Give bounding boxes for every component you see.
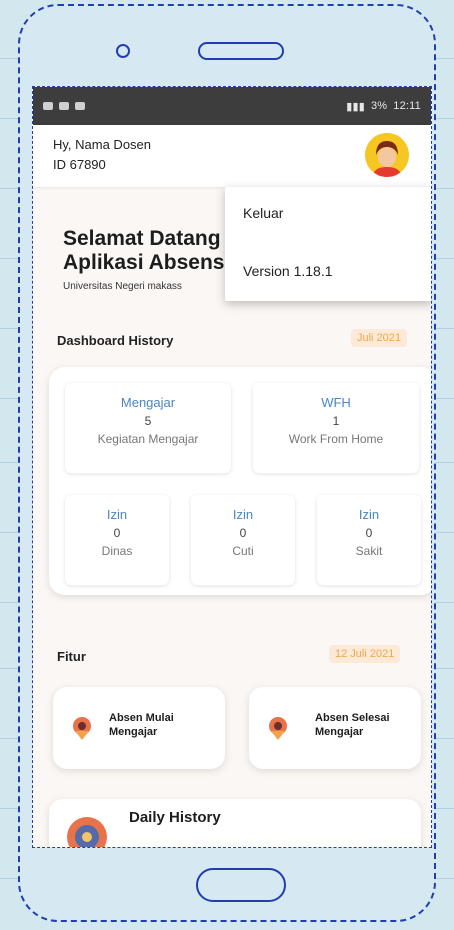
notification-icons [43,102,85,110]
welcome-title-line2: Aplikasi Absens [63,251,225,274]
home-button[interactable] [196,868,286,902]
app-header: Hy, Nama Dosen ID 67890 [33,125,431,187]
app-screen: ▮▮▮ 3% 12:11 Hy, Nama Dosen ID 67890 Sel… [32,86,432,848]
dashboard-date: Juli 2021 [351,329,408,347]
speaker-icon [198,42,284,60]
feature-label-line1: Absen Selesai [315,712,390,724]
location-pin-icon [73,717,91,740]
feature-label-line2: Mengajar [315,726,364,738]
stat-title: WFH [321,395,351,410]
status-bar: ▮▮▮ 3% 12:11 [33,87,431,125]
absen-selesai-button[interactable]: Absen Selesai Mengajar [249,687,421,769]
stat-title: Mengajar [120,395,176,410]
stat-desc: Dinas [101,544,133,558]
stat-value: 0 [239,526,247,540]
avatar[interactable] [365,133,409,177]
stat-value: 0 [113,526,121,540]
welcome-title-line1: Selamat Datang [63,227,221,250]
history-card: Mengajar 5 Kegiatan Mengajar WFH 1 Work … [49,367,431,595]
daily-history-label: Daily History [129,809,221,826]
features-title: Fitur [57,649,86,664]
stat-title: Izin [358,507,380,522]
daily-history-button[interactable]: Daily History [49,799,421,847]
history-icon [67,817,107,847]
signal-icon: ▮▮▮ [346,100,365,113]
absen-mulai-button[interactable]: Absen Mulai Mengajar [53,687,225,769]
stat-mengajar[interactable]: Mengajar 5 Kegiatan Mengajar [65,383,231,473]
stat-value: 5 [144,414,152,428]
stat-izin-cuti[interactable]: Izin 0 Cuti [191,495,295,585]
stat-wfh[interactable]: WFH 1 Work From Home [253,383,419,473]
stat-desc: Work From Home [288,432,384,446]
university-name: Universitas Negeri makass [63,281,182,292]
feature-label: Absen Selesai Mengajar [315,711,390,739]
menu-item-version: Version 1.18.1 [243,263,333,279]
stat-izin-dinas[interactable]: Izin 0 Dinas [65,495,169,585]
stat-value: 1 [332,414,340,428]
notification-icon [43,102,53,110]
stat-desc: Kegiatan Mengajar [97,432,199,446]
stat-title: Izin [232,507,254,522]
feature-label-line2: Mengajar [109,726,158,738]
overflow-menu: Keluar Version 1.18.1 [225,187,431,301]
stat-izin-sakit[interactable]: Izin 0 Sakit [317,495,421,585]
location-pin-icon [269,717,287,740]
stat-title: Izin [106,507,128,522]
menu-item-keluar[interactable]: Keluar [243,205,283,221]
clock: 12:11 [393,100,421,112]
system-icons: ▮▮▮ 3% 12:11 [346,100,421,113]
stat-desc: Sakit [355,544,383,558]
notification-icon [59,102,69,110]
camera-icon [116,44,130,58]
user-greeting: Hy, Nama Dosen [53,137,152,152]
stat-value: 0 [365,526,373,540]
battery-level: 3% [370,100,388,112]
dashboard-title: Dashboard History [57,333,174,348]
feature-label: Absen Mulai Mengajar [109,711,174,739]
user-id: ID 67890 [53,157,106,172]
feature-label-line1: Absen Mulai [109,712,174,724]
stat-desc: Cuti [232,544,254,558]
notification-icon [75,102,85,110]
features-date: 12 Juli 2021 [329,645,401,663]
avatar-icon [365,133,409,177]
